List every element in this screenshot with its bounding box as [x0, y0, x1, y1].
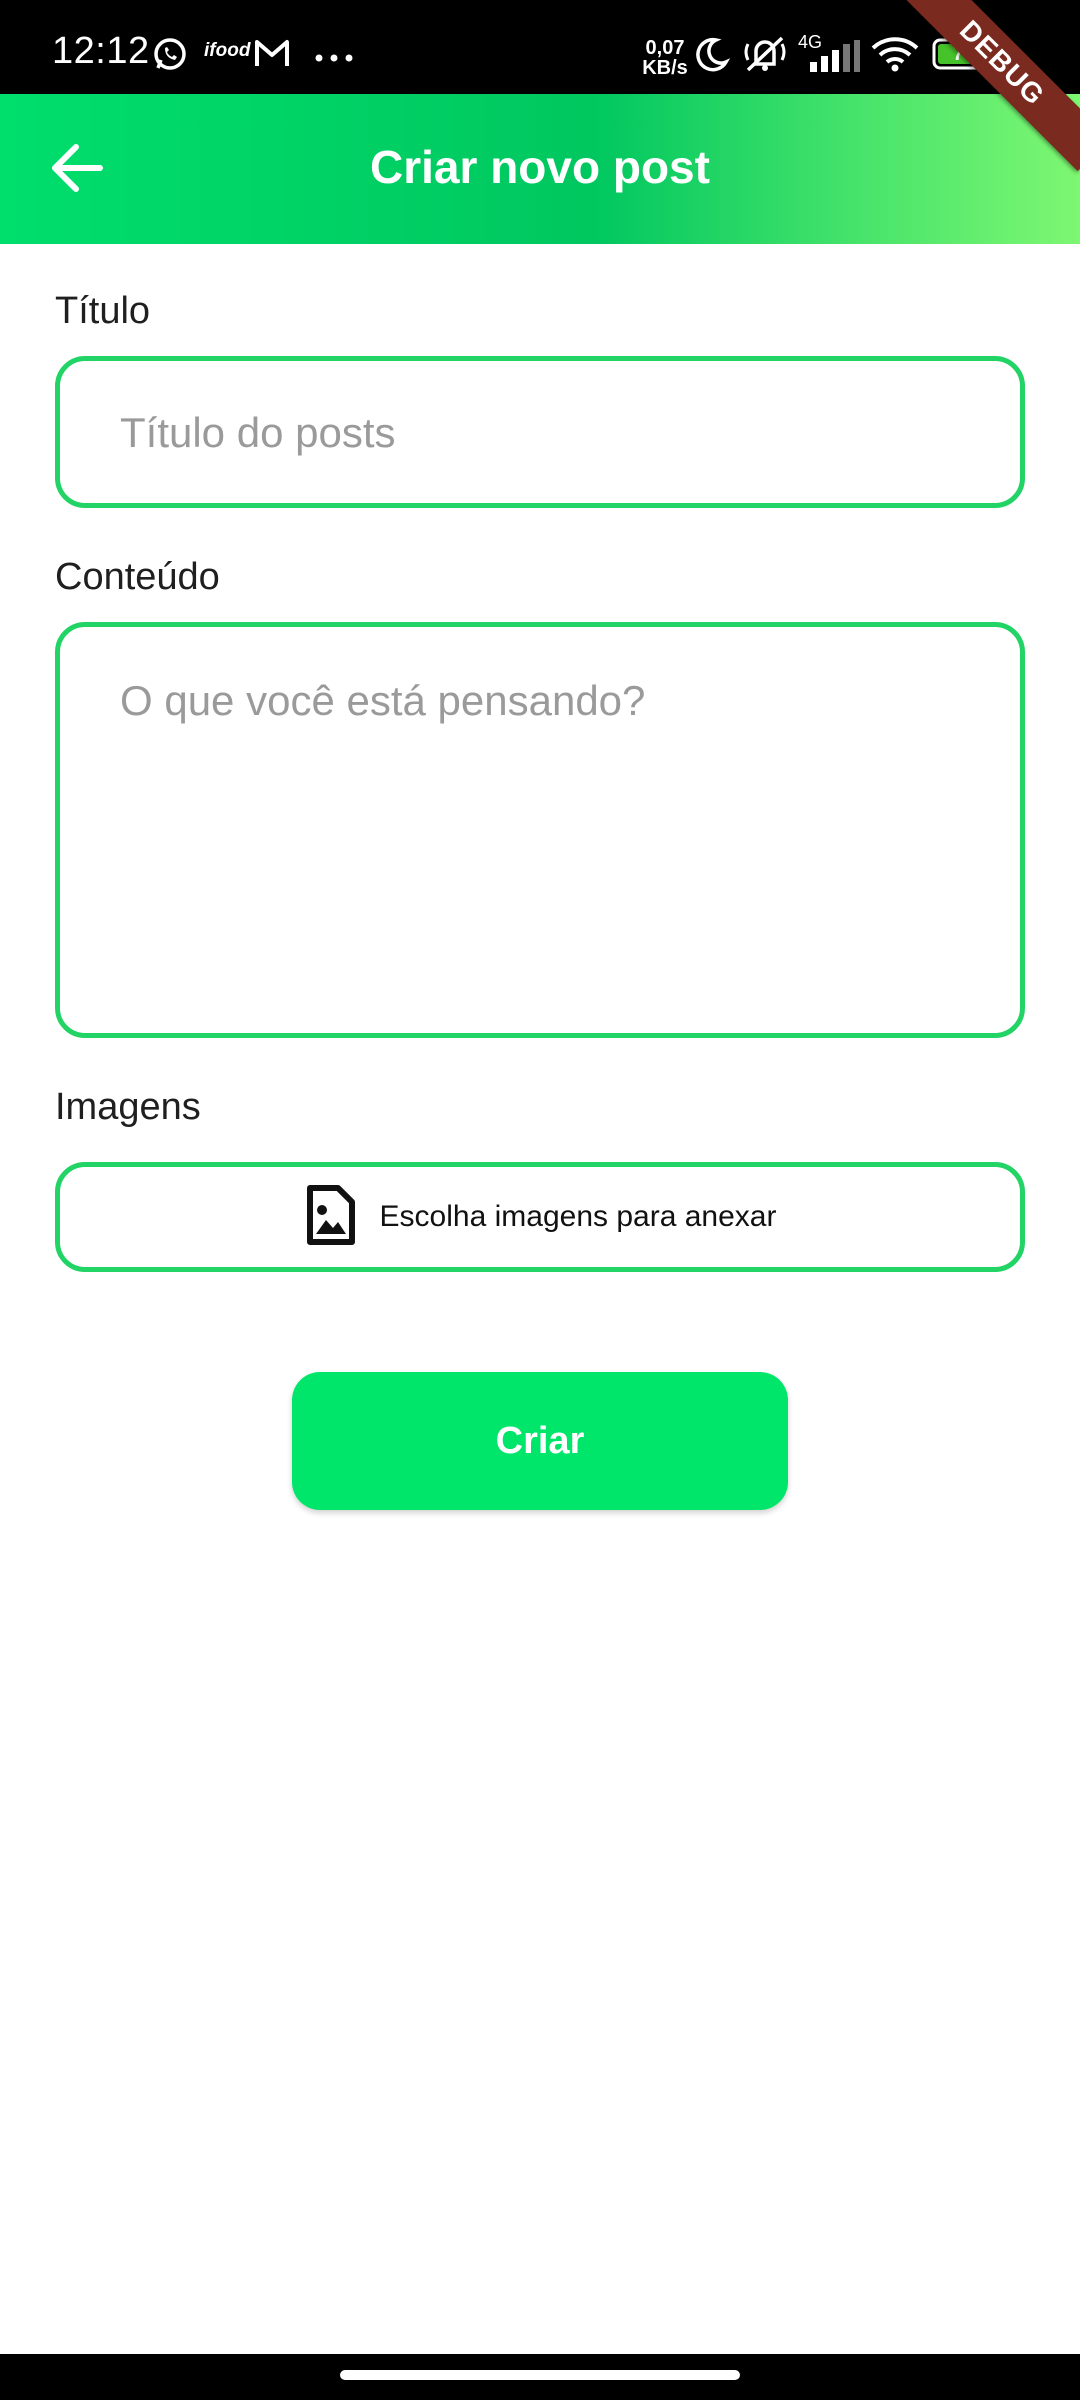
title-label: Título	[55, 290, 151, 332]
image-file-icon	[304, 1182, 358, 1253]
page-title: Criar novo post	[370, 141, 710, 193]
network-speed-value: 0,07	[645, 37, 685, 59]
gmail-icon	[254, 38, 290, 73]
moon-icon	[692, 36, 731, 79]
mute-icon	[742, 34, 788, 79]
content-label: Conteúdo	[55, 556, 220, 598]
images-label: Imagens	[55, 1086, 201, 1128]
title-placeholder: Título do posts	[120, 409, 396, 456]
content-textarea[interactable]: O que você está pensando?	[55, 622, 1025, 1038]
attach-images-button[interactable]: Escolha imagens para anexar	[55, 1162, 1025, 1272]
whatsapp-icon	[152, 36, 188, 77]
ifood-icon: ifood	[204, 40, 251, 61]
navigation-bar	[0, 2354, 1080, 2400]
create-button[interactable]: Criar	[292, 1372, 788, 1510]
content-placeholder: O que você está pensando?	[120, 677, 646, 724]
more-dots-icon	[314, 50, 354, 68]
status-time: 12:12	[52, 30, 150, 72]
title-input[interactable]: Título do posts	[55, 356, 1025, 508]
app-bar: Criar novo post	[0, 94, 1080, 244]
status-bar: 12:12 ifood 0,07 KB/s 4G 74 DEBUG	[0, 0, 1080, 172]
attach-images-label: Escolha imagens para anexar	[379, 1200, 777, 1233]
signal-icon	[808, 40, 860, 77]
network-speed-unit: KB/s	[642, 57, 688, 79]
home-indicator[interactable]	[340, 2370, 740, 2380]
wifi-icon	[870, 36, 920, 77]
